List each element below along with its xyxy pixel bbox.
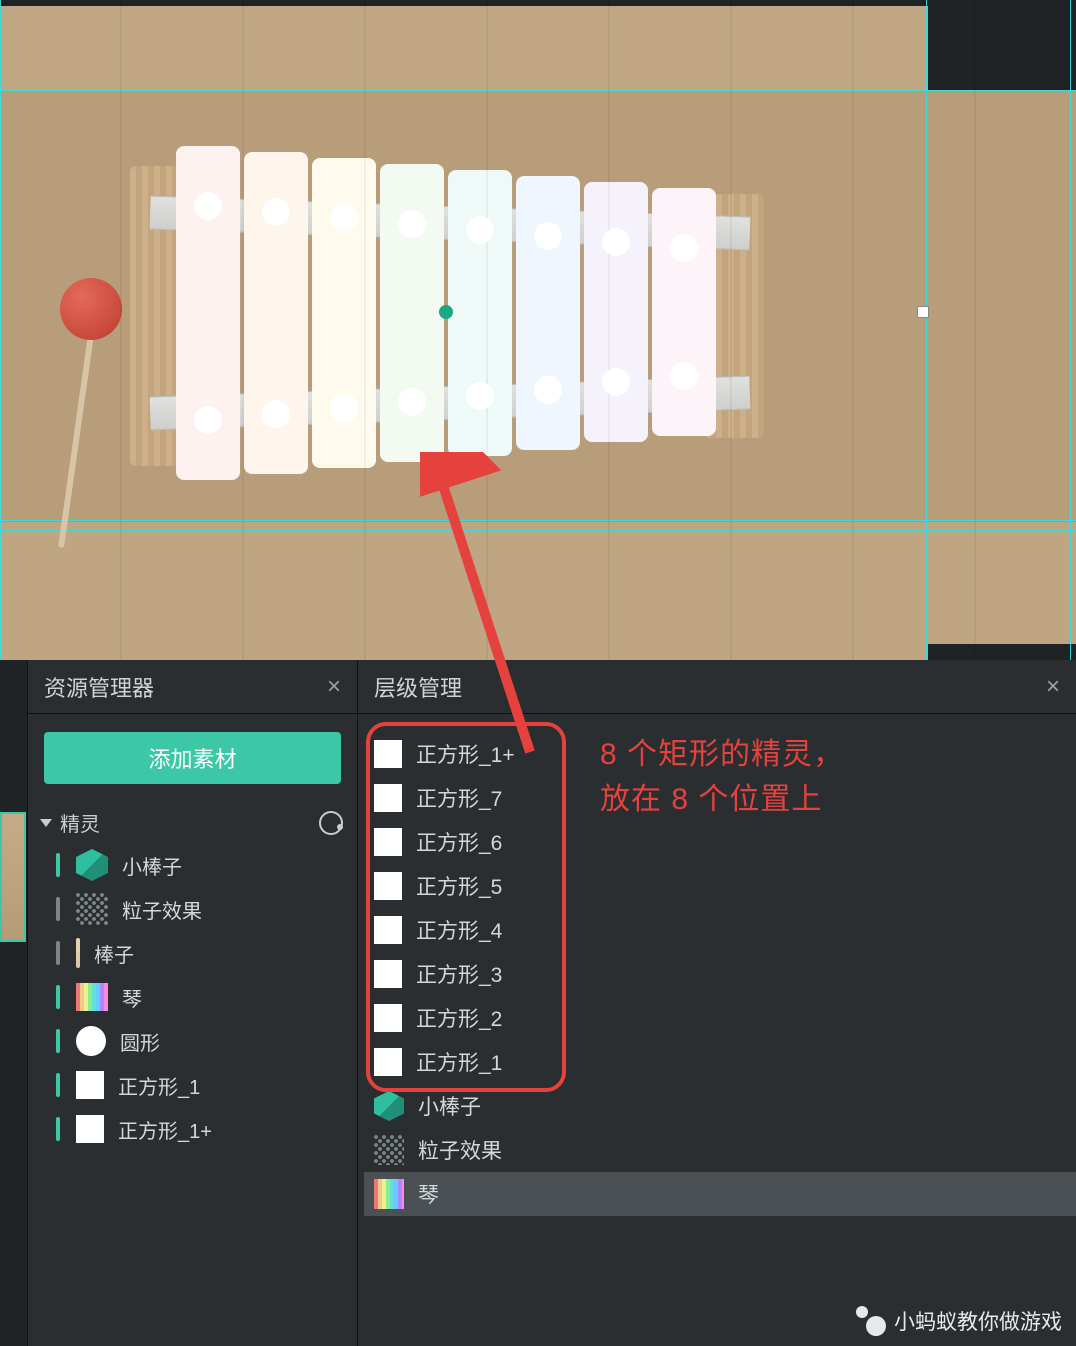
- hierarchy-item[interactable]: 正方形_2: [364, 996, 1076, 1040]
- asset-group-label: 精灵: [60, 808, 100, 837]
- square-icon: [374, 872, 402, 900]
- hierarchy-item-label: 正方形_5: [416, 871, 502, 901]
- close-icon[interactable]: ×: [1046, 673, 1060, 701]
- asset-panel-header: 资源管理器 ×: [28, 660, 357, 714]
- particles-icon: [76, 893, 108, 925]
- hierarchy-panel-header: 层级管理 ×: [358, 660, 1076, 714]
- watermark-text: 小蚂蚁教你做游戏: [894, 1306, 1062, 1336]
- square-icon: [374, 1004, 402, 1032]
- asset-item[interactable]: 粒子效果: [28, 887, 357, 931]
- guide-line: [1070, 0, 1071, 660]
- asset-item-label: 琴: [122, 983, 142, 1012]
- xylophone-key-5[interactable]: [448, 170, 512, 456]
- scene-thumbnail-strip[interactable]: [0, 660, 28, 1346]
- mallet-stick: [58, 320, 96, 549]
- circle-icon: [76, 1026, 106, 1056]
- asset-item[interactable]: 圆形: [28, 1019, 357, 1063]
- hierarchy-item[interactable]: 琴: [364, 1172, 1076, 1216]
- particles-icon: [374, 1135, 404, 1165]
- hierarchy-item-label: 粒子效果: [418, 1135, 502, 1165]
- hierarchy-item[interactable]: 正方形_3: [364, 952, 1076, 996]
- chevron-down-icon: [40, 819, 52, 827]
- watermark: 小蚂蚁教你做游戏: [856, 1306, 1062, 1336]
- close-icon[interactable]: ×: [327, 673, 341, 701]
- square-icon: [374, 1048, 402, 1076]
- hierarchy-item[interactable]: 粒子效果: [364, 1128, 1076, 1172]
- hierarchy-item[interactable]: 正方形_4: [364, 908, 1076, 952]
- hierarchy-item[interactable]: 正方形_5: [364, 864, 1076, 908]
- hierarchy-item-label: 正方形_6: [416, 827, 502, 857]
- asset-item-indicator: [56, 853, 60, 877]
- xylophone-key-3[interactable]: [312, 158, 376, 468]
- annotation-text: 8 个矩形的精灵， 放在 8 个位置上: [600, 732, 844, 822]
- hierarchy-item-label: 小棒子: [418, 1091, 481, 1121]
- asset-item-label: 小棒子: [122, 851, 182, 880]
- guide-line: [0, 530, 1076, 531]
- square-icon: [374, 916, 402, 944]
- add-asset-button-label: 添加素材: [148, 742, 236, 774]
- square-icon: [374, 960, 402, 988]
- asset-item-indicator: [56, 985, 60, 1009]
- asset-item[interactable]: 正方形_1: [28, 1063, 357, 1107]
- hierarchy-item[interactable]: 正方形_6: [364, 820, 1076, 864]
- square-icon: [374, 828, 402, 856]
- asset-item[interactable]: 棒子: [28, 931, 357, 975]
- asset-panel-title: 资源管理器: [44, 671, 154, 703]
- hierarchy-item[interactable]: 小棒子: [364, 1084, 1076, 1128]
- square-icon: [374, 784, 402, 812]
- annotation-line-1: 8 个矩形的精灵，: [600, 732, 844, 777]
- hierarchy-item-label: 琴: [418, 1179, 439, 1209]
- guide-line: [0, 90, 1076, 91]
- stick-icon: [76, 938, 80, 968]
- asset-item-indicator: [56, 1117, 60, 1141]
- hierarchy-item-label: 正方形_1: [416, 1047, 502, 1077]
- guide-line: [0, 520, 1076, 521]
- hierarchy-item-label: 正方形_2: [416, 1003, 502, 1033]
- asset-panel: 资源管理器 × 添加素材 精灵 小棒子粒子效果棒子琴圆形正方形_1 正方形_1+: [28, 660, 358, 1346]
- guide-line: [0, 0, 1, 660]
- selection-handle-right[interactable]: [917, 306, 929, 318]
- xylo-icon: [76, 983, 108, 1011]
- xylo-icon: [374, 1179, 404, 1209]
- palette-icon[interactable]: [319, 811, 343, 835]
- hierarchy-panel-title: 层级管理: [374, 671, 462, 703]
- square-icon: [76, 1115, 104, 1143]
- add-asset-button[interactable]: 添加素材: [44, 732, 341, 784]
- asset-group-header[interactable]: 精灵: [28, 802, 357, 843]
- editor-canvas[interactable]: [0, 0, 1076, 660]
- asset-item-label: 棒子: [94, 939, 134, 968]
- square-icon: [374, 740, 402, 768]
- xylophone-key-7[interactable]: [584, 182, 648, 442]
- asset-item-indicator: [56, 1029, 60, 1053]
- annotation-line-2: 放在 8 个位置上: [600, 777, 844, 822]
- square-icon: [76, 1071, 104, 1099]
- asset-item-label: 正方形_1+: [118, 1115, 212, 1144]
- asset-item-label: 正方形_1: [118, 1071, 200, 1100]
- asset-item-label: 圆形: [120, 1027, 160, 1056]
- xylophone-key-8[interactable]: [652, 188, 716, 436]
- hierarchy-item[interactable]: 正方形_1: [364, 1040, 1076, 1084]
- asset-item-indicator: [56, 897, 60, 921]
- xylophone-key-1[interactable]: [176, 146, 240, 480]
- xylophone-key-6[interactable]: [516, 176, 580, 450]
- hierarchy-item-label: 正方形_4: [416, 915, 502, 945]
- hierarchy-item-label: 正方形_1+: [416, 739, 515, 769]
- asset-item[interactable]: 小棒子: [28, 843, 357, 887]
- hierarchy-item-label: 正方形_3: [416, 959, 502, 989]
- asset-item-label: 粒子效果: [122, 895, 202, 924]
- asset-item[interactable]: 正方形_1+: [28, 1107, 357, 1151]
- xylophone-key-4[interactable]: [380, 164, 444, 462]
- selection-anchor-dot[interactable]: [439, 305, 453, 319]
- guide-line: [926, 0, 927, 660]
- cube-icon: [76, 849, 108, 881]
- asset-item-indicator: [56, 941, 60, 965]
- scene-thumbnail[interactable]: [0, 812, 26, 942]
- xylophone-key-2[interactable]: [244, 152, 308, 474]
- mallet-head: [60, 278, 122, 340]
- asset-item-indicator: [56, 1073, 60, 1097]
- cube-icon: [374, 1091, 404, 1121]
- asset-item[interactable]: 琴: [28, 975, 357, 1019]
- hierarchy-item-label: 正方形_7: [416, 783, 502, 813]
- wechat-icon: [856, 1306, 886, 1336]
